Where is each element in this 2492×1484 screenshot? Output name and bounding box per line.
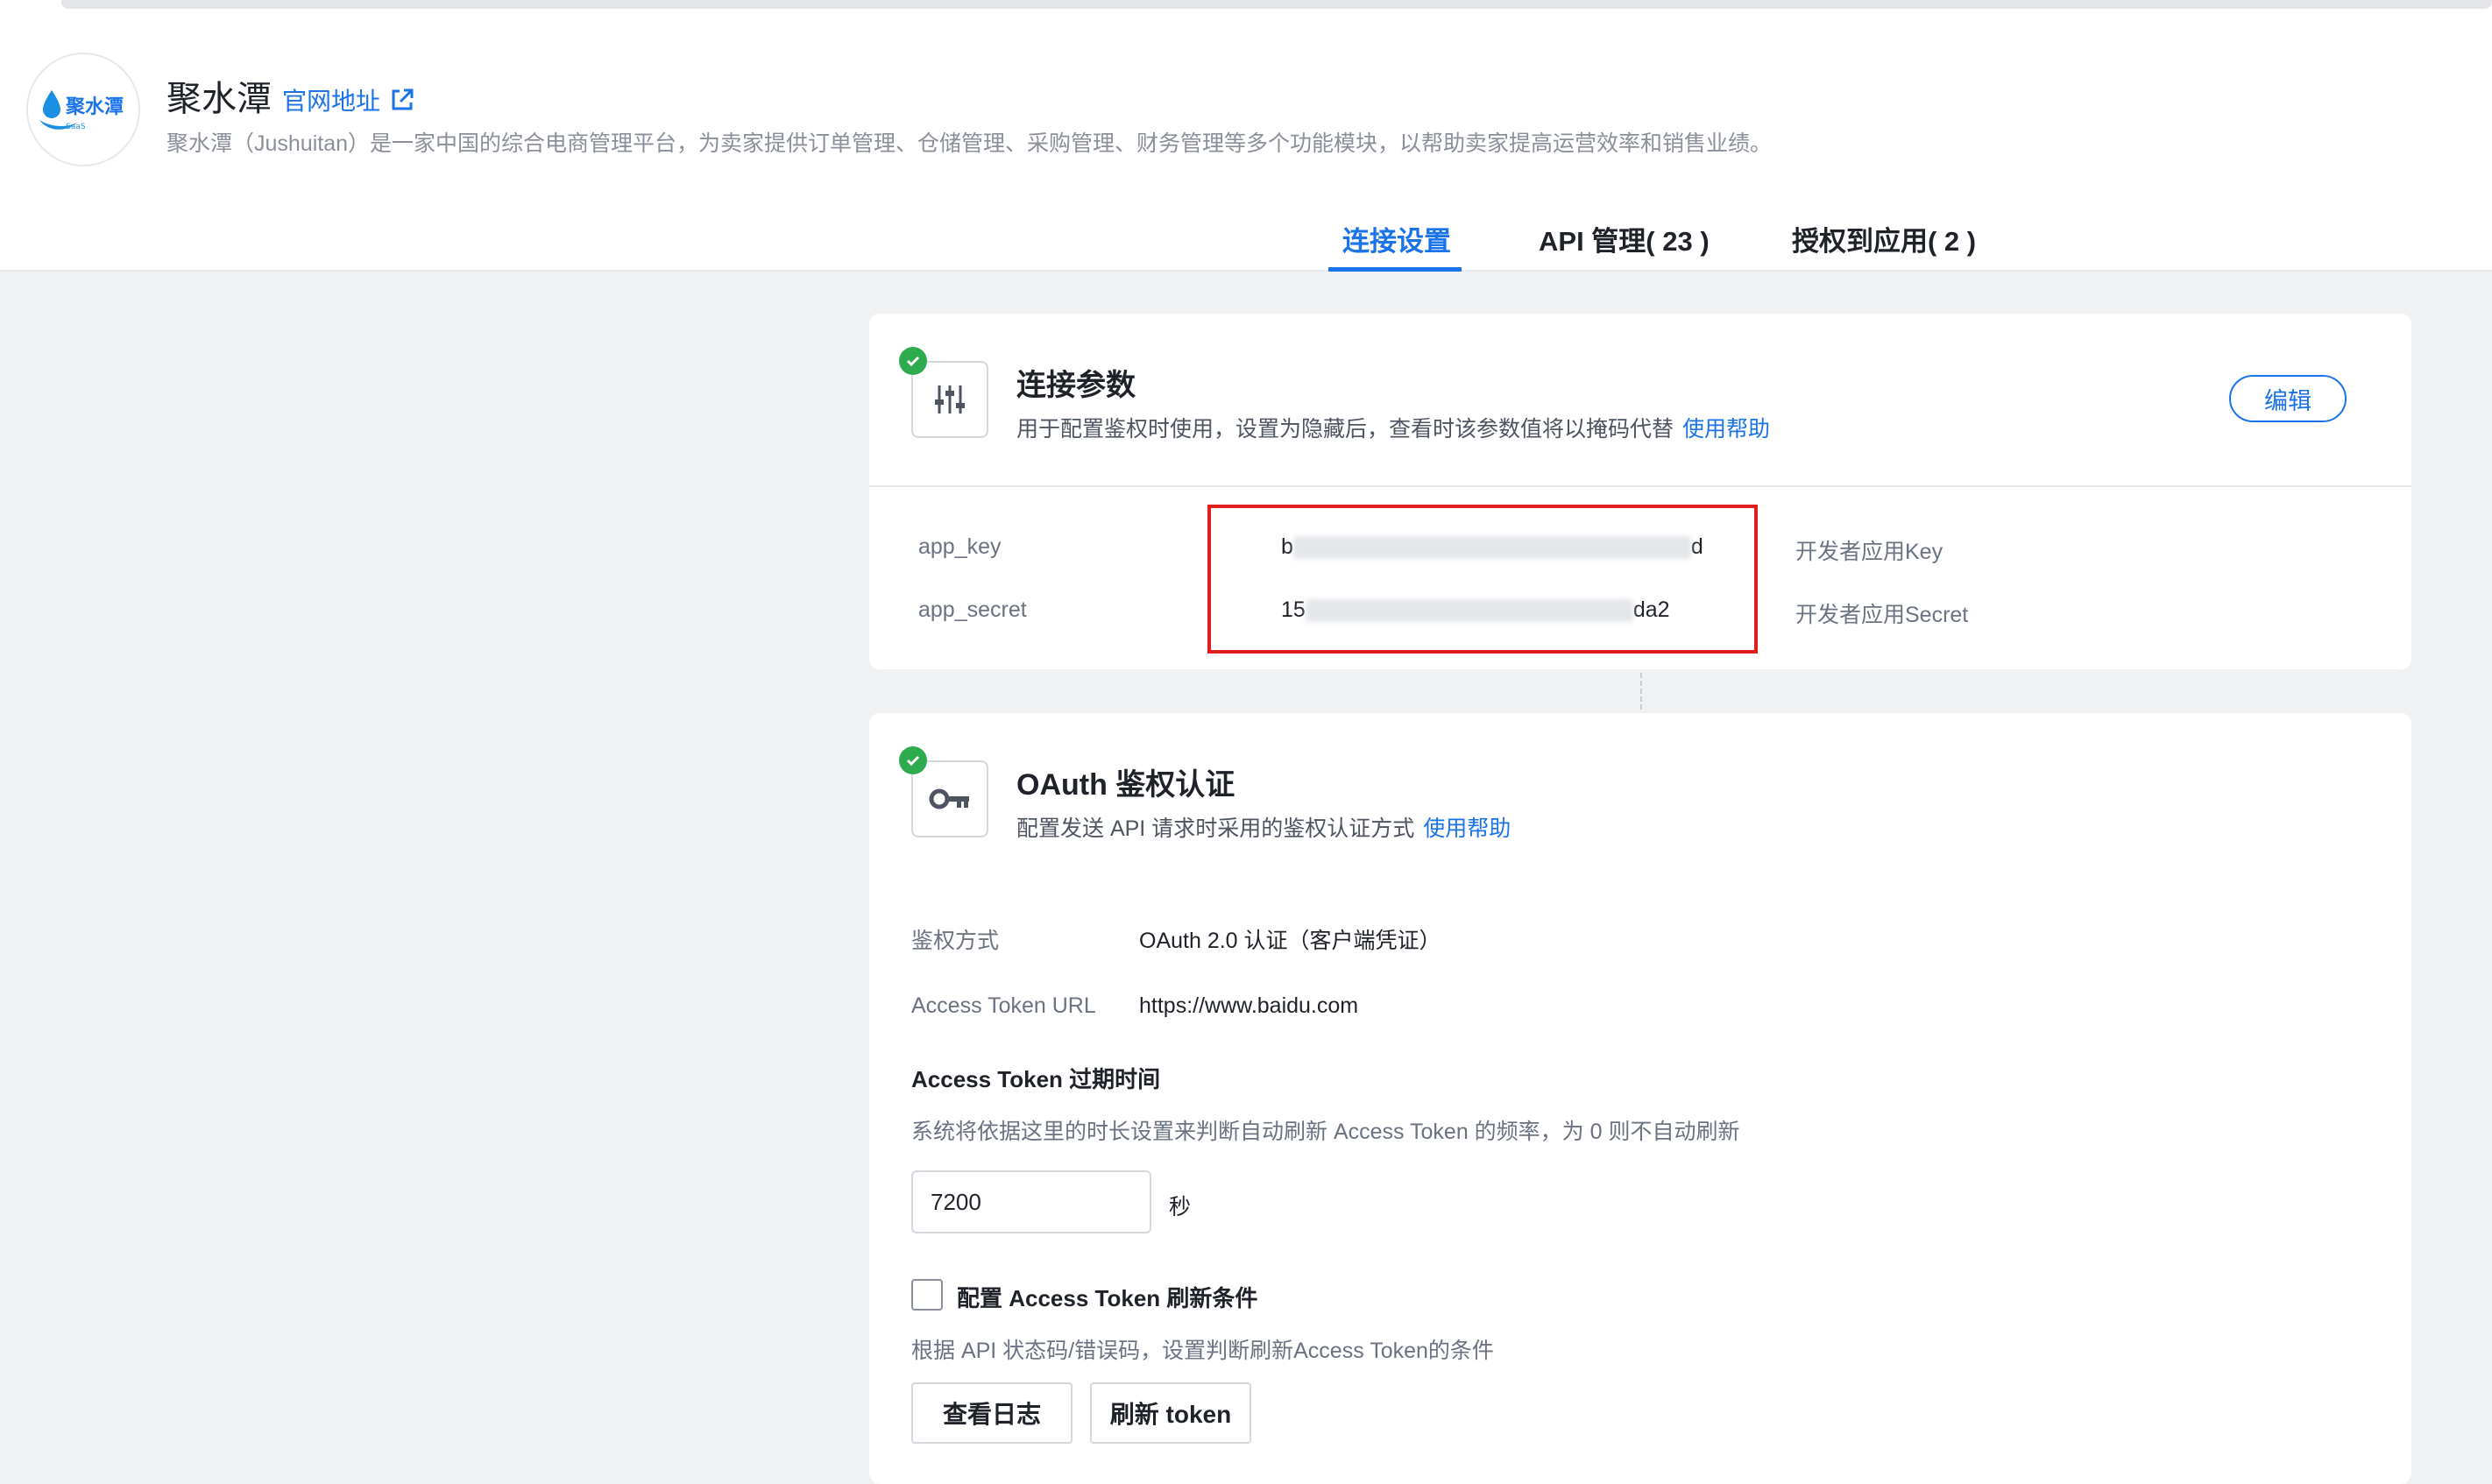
refresh-condition-label: 配置 Access Token 刷新条件 — [957, 1285, 1258, 1311]
expiry-unit: 秒 — [1169, 1195, 1192, 1219]
sliders-icon — [935, 385, 965, 413]
external-link-icon — [392, 88, 414, 110]
app-key-label: app_key — [918, 534, 1002, 559]
check-icon — [899, 347, 927, 375]
app-secret-description: 开发者应用Secret — [1795, 603, 1969, 627]
oauth-subtitle-text: 配置发送 API 请求时采用的鉴权认证方式 — [1016, 816, 1415, 841]
refresh-condition-checkbox[interactable] — [911, 1279, 943, 1311]
app-description: 聚水潭（Jushuitan）是一家中国的综合电商管理平台，为卖家提供订单管理、仓… — [166, 131, 1773, 156]
active-tab-indicator — [1328, 267, 1462, 272]
card-connector-line — [1640, 673, 1642, 710]
key-icon — [929, 788, 969, 809]
oauth-icon-box — [911, 760, 988, 837]
token-url-label: Access Token URL — [911, 993, 1096, 1018]
tab-connection-settings[interactable]: 连接设置 — [1342, 219, 1451, 258]
official-site-link-label: 官网地址 — [282, 88, 381, 115]
app-logo: 聚水潭 SaaS — [26, 53, 140, 166]
horizontal-scrollbar[interactable] — [61, 0, 2492, 9]
expiry-description: 系统将依据这里的时长设置来判断自动刷新 Access Token 的频率，为 0… — [911, 1120, 1740, 1144]
auth-method-value: OAuth 2.0 认证（客户端凭证） — [1139, 929, 1441, 953]
oauth-card: OAuth 鉴权认证 配置发送 API 请求时采用的鉴权认证方式 使用帮助 鉴权方… — [869, 713, 2411, 1484]
browser-top-bar — [0, 0, 2492, 21]
token-url-value: https://www.baidu.com — [1139, 993, 1359, 1018]
expiry-title: Access Token 过期时间 — [911, 1066, 1161, 1092]
connection-params-subtitle-text: 用于配置鉴权时使用，设置为隐藏后，查看时该参数值将以掩码代替 — [1016, 417, 1674, 442]
refresh-token-button[interactable]: 刷新 token — [1090, 1382, 1251, 1444]
app-name: 聚水潭 — [166, 80, 272, 118]
view-log-button[interactable]: 查看日志 — [911, 1382, 1073, 1444]
help-link[interactable]: 使用帮助 — [1423, 816, 1511, 841]
card-divider — [869, 485, 2411, 487]
tab-api-management[interactable]: API 管理( 23 ) — [1539, 219, 1710, 258]
app-key-description: 开发者应用Key — [1795, 540, 1943, 564]
logo-subtext: SaaS — [66, 123, 86, 131]
oauth-title: OAuth 鉴权认证 — [1016, 768, 1235, 802]
oauth-subtitle: 配置发送 API 请求时采用的鉴权认证方式 使用帮助 — [1016, 811, 1511, 843]
refresh-condition-description: 根据 API 状态码/错误码，设置判断刷新Access Token的条件 — [911, 1339, 1494, 1363]
official-site-link[interactable]: 官网地址 — [282, 82, 415, 117]
help-link[interactable]: 使用帮助 — [1682, 417, 1770, 442]
app-header: 聚水潭 SaaS 聚水潭 官网地址 聚水潭（Jushuitan）是一家中国的综合… — [0, 19, 2492, 272]
edit-button[interactable]: 编辑 — [2229, 375, 2347, 422]
tab-authorized-apps[interactable]: 授权到应用( 2 ) — [1792, 219, 1976, 258]
connection-params-title: 连接参数 — [1016, 369, 1136, 402]
auth-method-label: 鉴权方式 — [911, 929, 1000, 953]
connection-params-subtitle: 用于配置鉴权时使用，设置为隐藏后，查看时该参数值将以掩码代替 使用帮助 — [1016, 412, 1770, 443]
red-highlight-box — [1207, 505, 1758, 654]
logo-text: 聚水潭 — [65, 96, 124, 118]
check-icon — [899, 746, 927, 774]
params-icon-box — [911, 361, 988, 438]
app-secret-label: app_secret — [918, 597, 1027, 622]
connection-params-card: 连接参数 用于配置鉴权时使用，设置为隐藏后，查看时该参数值将以掩码代替 使用帮助 … — [869, 314, 2411, 669]
water-drop-logo-icon: 聚水潭 SaaS — [39, 90, 124, 131]
token-expiry-input[interactable] — [911, 1170, 1151, 1233]
